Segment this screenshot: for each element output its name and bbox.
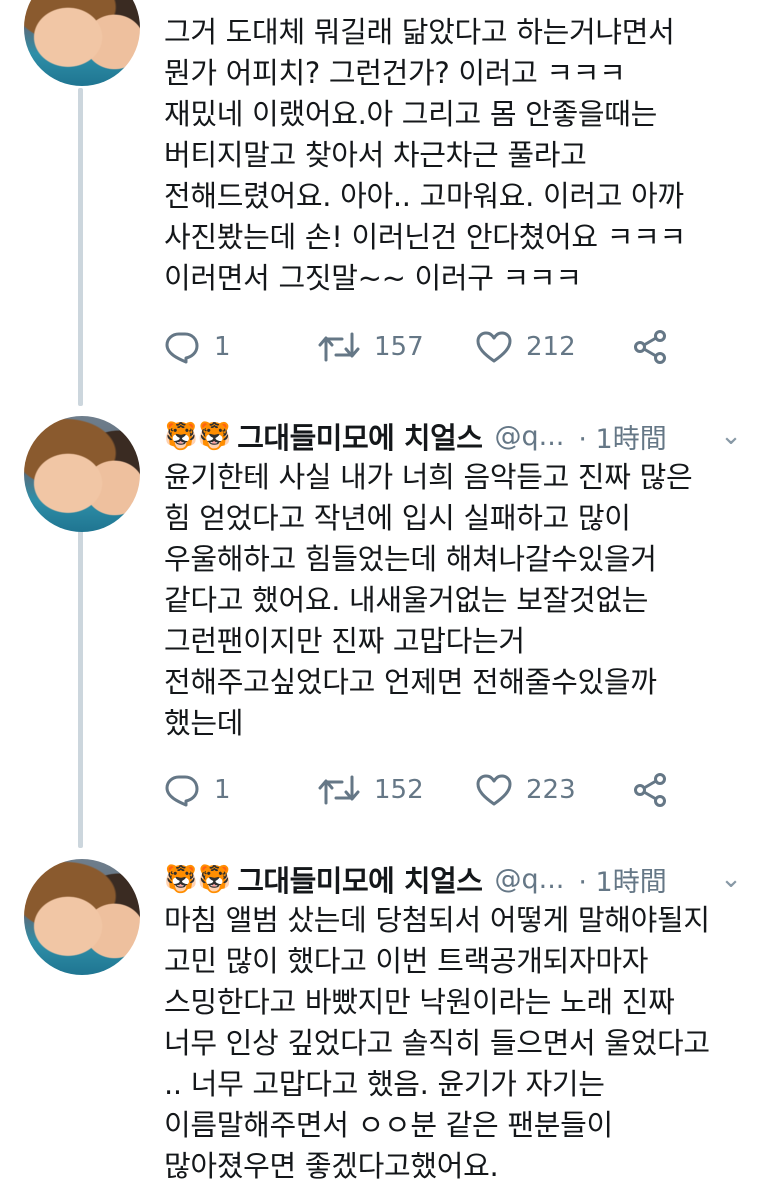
tweet-text-line: 고민 많이 했다고 이번 트랙공개되자마자 (164, 944, 649, 978)
timestamp[interactable]: · 1時間 (578, 860, 666, 899)
retweet-button[interactable]: 157 (318, 327, 424, 367)
share-button[interactable] (632, 770, 668, 810)
avatar[interactable] (24, 859, 140, 975)
reply-icon (165, 775, 199, 807)
tweet-text-line: 했는데 (164, 706, 244, 740)
retweet-icon (318, 332, 360, 362)
share-button[interactable] (632, 327, 668, 367)
like-count: 223 (526, 775, 576, 805)
tiger-icon: 🐯🐯 (164, 863, 232, 895)
retweet-count: 157 (374, 332, 424, 362)
tweet-actions: 1 152 223 (164, 770, 724, 810)
tweet-text: 그거 도대체 뭐길래 닮았다고 하는거냐면서 뭔가 어피치? 그런건가? 이러고… (164, 12, 754, 299)
thread-line (78, 88, 83, 406)
share-icon (634, 773, 666, 807)
tweet-text-line: 버티지말고 찾아서 차근차근 풀라고 (164, 138, 587, 172)
reply-button[interactable]: 1 (164, 327, 231, 367)
like-icon (476, 774, 512, 806)
avatar[interactable] (24, 0, 140, 86)
thread-line (78, 520, 83, 848)
reply-count: 1 (214, 332, 231, 362)
display-name[interactable]: 그대들미모에 치얼스 (237, 415, 483, 457)
user-handle[interactable]: @q... (494, 864, 564, 895)
tweet-text-line: 그런팬이지만 진짜 고맙다는거 (164, 624, 525, 658)
timestamp[interactable]: · 1時間 (578, 417, 666, 456)
tweet-text-line: 많아졌우면 좋겠다고했어요. (164, 1149, 499, 1183)
tweet-actions: 1 157 212 (164, 327, 724, 367)
tweet-text-line: 그거 도대체 뭐길래 닮았다고 하는거냐면서 (164, 15, 675, 49)
tweet-text-line: 힘 얻었다고 작년에 입시 실패하고 많이 (164, 501, 631, 535)
reply-count: 1 (214, 775, 231, 805)
tweet-text-line: 마침 앨범 샀는데 당첨되서 어떻게 말해야될지 (164, 903, 710, 937)
tweet-text-line: 스밍한다고 바빴지만 낙원이라는 노래 진짜 (164, 985, 675, 1019)
tweet-text-line: 재밌네 이랬어요.아 그리고 몸 안좋을때는 (164, 97, 658, 131)
tweet-header: 🐯🐯 그대들미모에 치얼스 @q... · 1時間 (164, 414, 667, 458)
share-icon (634, 330, 666, 364)
tweet-header: 🐯🐯 그대들미모에 치얼스 @q... · 1時間 (164, 857, 667, 901)
tweet-text-line: 우울해하고 힘들었는데 해쳐나갈수있을거 (164, 542, 657, 576)
tweet-text-line: 뭔가 어피치? 그런건가? 이러고 ㅋㅋㅋ (164, 56, 626, 90)
tweet-text-line: 너무 인상 깊었다고 솔직히 들으면서 울었다고 (164, 1026, 710, 1060)
chevron-down-icon[interactable]: ⌄ (717, 865, 745, 893)
tweet-text-line: 전해주고싶었다고 언제면 전해줄수있을까 (164, 665, 657, 699)
tweet-text-line: 사진봤는데 손! 이러닌건 안다쳤어요 ㅋㅋㅋ (164, 220, 686, 254)
tweet-text-line: 윤기한테 사실 내가 너희 음악듣고 진짜 많은 (164, 460, 693, 494)
tweet-text: 윤기한테 사실 내가 너희 음악듣고 진짜 많은 힘 얻었다고 작년에 입시 실… (164, 457, 754, 744)
reply-button[interactable]: 1 (164, 770, 231, 810)
display-name[interactable]: 그대들미모에 치얼스 (237, 858, 483, 900)
like-count: 212 (526, 332, 576, 362)
avatar[interactable] (24, 416, 140, 532)
retweet-count: 152 (374, 775, 424, 805)
like-icon (476, 331, 512, 363)
like-button[interactable]: 212 (476, 327, 576, 367)
tweet-text: 마침 앨범 샀는데 당첨되서 어떻게 말해야될지 고민 많이 했다고 이번 트랙… (164, 900, 754, 1187)
retweet-icon (318, 775, 360, 805)
tweet-text-line: .. 너무 고맙다고 했음. 윤기가 자기는 (164, 1067, 605, 1101)
tweet-text-line: 이름말해주면서 ㅇㅇ분 같은 팬분들이 (164, 1108, 613, 1142)
user-handle[interactable]: @q... (494, 421, 564, 452)
tiger-icon: 🐯🐯 (164, 420, 232, 452)
reply-icon (165, 332, 199, 364)
like-button[interactable]: 223 (476, 770, 576, 810)
tweet-text-line: 전해드렸어요. 아아.. 고마워요. 이러고 아까 (164, 179, 684, 213)
chevron-down-icon[interactable]: ⌄ (717, 422, 745, 450)
tweet-text-line: 같다고 했어요. 내새울거없는 보잘것없는 (164, 583, 649, 617)
retweet-button[interactable]: 152 (318, 770, 424, 810)
tweet-text-line: 이러면서 그짓말~~ 이러구 ㅋㅋㅋ (164, 261, 582, 295)
